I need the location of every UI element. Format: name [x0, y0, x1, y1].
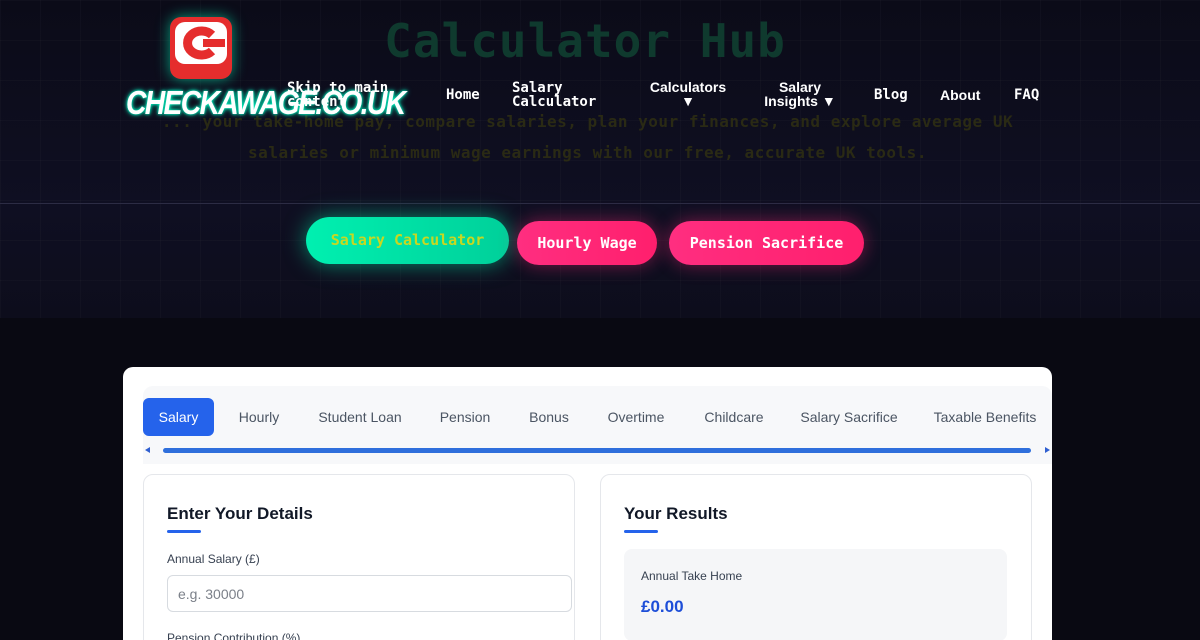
nav-home[interactable]: Home — [446, 88, 480, 102]
nav-faq[interactable]: FAQ — [1014, 88, 1039, 102]
details-title: Enter Your Details — [167, 504, 313, 523]
nav-calculators-dropdown[interactable]: Calculators ▼ — [647, 80, 729, 108]
scroll-left-arrow-icon[interactable] — [145, 447, 150, 453]
nav-salary-insights-dropdown[interactable]: Salary Insights ▼ — [762, 80, 838, 108]
tab-pension[interactable]: Pension — [432, 398, 498, 436]
details-title-underline — [167, 530, 201, 533]
quick-link-salary-calculator[interactable]: Salary Calculator — [306, 217, 509, 264]
tab-taxable-benefits[interactable]: Taxable Benefits — [925, 398, 1045, 436]
annual-take-home-label: Annual Take Home — [641, 569, 743, 583]
scroll-right-arrow-icon[interactable] — [1045, 447, 1050, 453]
tab-childcare[interactable]: Childcare — [696, 398, 772, 436]
tab-hourly[interactable]: Hourly — [230, 398, 288, 436]
annual-salary-label: Annual Salary (£) — [167, 552, 260, 566]
skip-to-content-link[interactable]: Skip to main content — [287, 81, 397, 109]
results-title: Your Results — [624, 504, 728, 523]
header-divider — [0, 203, 1200, 204]
pension-contribution-label: Pension Contribution (%) — [167, 631, 301, 640]
tab-salary-sacrifice[interactable]: Salary Sacrifice — [795, 398, 903, 436]
nav-blog[interactable]: Blog — [874, 88, 908, 102]
tab-overtime[interactable]: Overtime — [598, 398, 674, 436]
tabs-scrollbar[interactable] — [163, 448, 1031, 453]
annual-salary-input[interactable] — [167, 575, 572, 612]
results-title-underline — [624, 530, 658, 533]
tab-salary[interactable]: Salary — [143, 398, 214, 436]
annual-take-home-box — [624, 549, 1007, 640]
nav-about[interactable]: About — [940, 88, 980, 102]
site-logo[interactable]: CHECKAWAGE.CO.UK — [122, 14, 406, 129]
quick-link-pension-sacrifice[interactable]: Pension Sacrifice — [669, 221, 864, 265]
tab-student-loan[interactable]: Student Loan — [310, 398, 410, 436]
annual-take-home-value: £0.00 — [641, 597, 684, 616]
logo-c-icon — [170, 17, 232, 79]
nav-salary-calculator[interactable]: Salary Calculator — [512, 81, 602, 109]
tab-bonus[interactable]: Bonus — [520, 398, 578, 436]
quick-link-hourly-wage[interactable]: Hourly Wage — [517, 221, 657, 265]
